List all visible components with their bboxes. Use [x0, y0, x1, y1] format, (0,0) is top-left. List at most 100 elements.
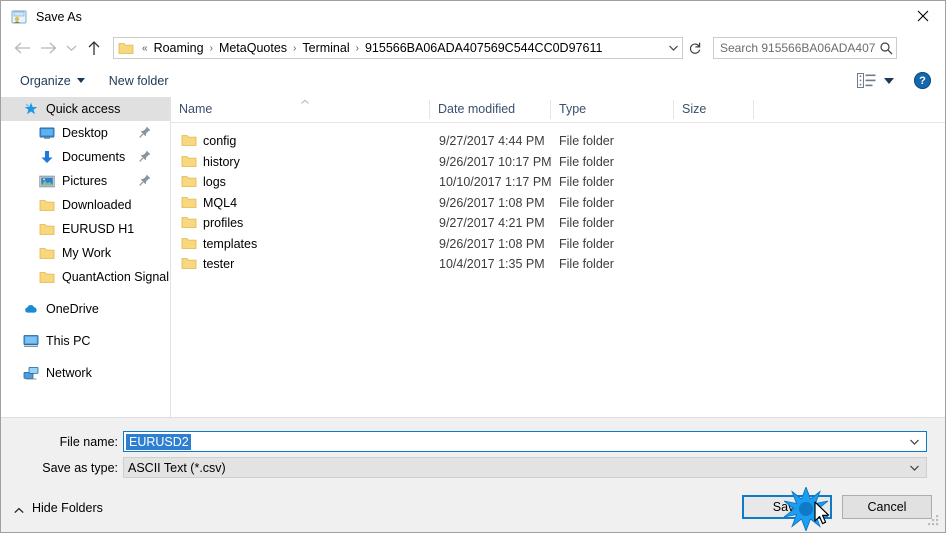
hide-folders-label: Hide Folders — [32, 501, 103, 515]
title-bar: Save As — [1, 1, 945, 32]
breadcrumb-item-0[interactable]: Roaming — [152, 41, 206, 55]
breadcrumb-item-2[interactable]: Terminal — [300, 41, 351, 55]
sidebar-item-network[interactable]: Network — [1, 361, 170, 385]
folder-icon — [39, 245, 55, 261]
filename-label: File name: — [59, 434, 118, 449]
cancel-label: Cancel — [867, 500, 907, 514]
recent-locations-chevron-down-icon[interactable] — [61, 35, 81, 61]
file-name: logs — [203, 175, 226, 190]
search-input[interactable]: Search 915566BA06ADA40756... — [713, 37, 897, 59]
file-date: 9/26/2017 1:08 PM — [439, 195, 545, 210]
resize-grip[interactable] — [928, 515, 941, 528]
filename-row: File name: EURUSD2 — [1, 431, 927, 452]
folder-icon — [181, 154, 197, 168]
save-button[interactable]: Save — [742, 495, 832, 519]
file-list: Name Date modified Type Size config 9/27… — [171, 97, 945, 417]
table-row[interactable]: history 9/26/2017 10:17 PM File folder — [171, 152, 945, 173]
column-divider[interactable] — [753, 100, 754, 119]
table-row[interactable]: config 9/27/2017 4:44 PM File folder — [171, 131, 945, 152]
save-as-dialog: Save As « Roaming › MetaQuotes › Termina… — [0, 0, 946, 533]
pictures-icon — [39, 173, 55, 189]
breadcrumb-separator[interactable]: › — [289, 43, 300, 54]
column-header-name[interactable]: Name — [171, 97, 429, 121]
save-as-icon — [11, 9, 27, 25]
table-row[interactable]: MQL4 9/26/2017 1:08 PM File folder — [171, 193, 945, 214]
table-row[interactable]: profiles 9/27/2017 4:21 PM File folder — [171, 213, 945, 234]
new-folder-label: New folder — [108, 73, 169, 88]
file-type: File folder — [559, 216, 614, 231]
column-header-label: Name — [179, 102, 213, 116]
folder-icon — [181, 215, 197, 229]
column-header-type[interactable]: Type — [551, 97, 673, 121]
filetype-select[interactable]: ASCII Text (*.csv) — [123, 457, 927, 478]
sidebar-item-documents[interactable]: Documents — [1, 145, 170, 169]
column-header-size[interactable]: Size — [674, 97, 753, 121]
dialog-body: Quick access Desktop Documents Pictures … — [1, 97, 945, 417]
hide-folders-button[interactable]: Hide Folders — [13, 501, 103, 515]
address-bar[interactable]: « Roaming › MetaQuotes › Terminal › 9155… — [113, 37, 683, 59]
sidebar-item-downloaded[interactable]: Downloaded — [1, 193, 170, 217]
sidebar-item-label: Quick access — [46, 102, 121, 116]
file-name: profiles — [203, 216, 244, 231]
column-header-date-modified[interactable]: Date modified — [430, 97, 550, 121]
arrow-right-icon[interactable] — [35, 35, 61, 61]
navigation-pane: Quick access Desktop Documents Pictures … — [1, 97, 170, 417]
pin-icon[interactable] — [138, 125, 152, 139]
breadcrumb-item-1[interactable]: MetaQuotes — [217, 41, 289, 55]
table-row[interactable]: templates 9/26/2017 1:08 PM File folder — [171, 234, 945, 255]
arrow-up-icon[interactable] — [81, 35, 107, 61]
file-date: 9/26/2017 1:08 PM — [439, 236, 545, 251]
chevron-down-icon[interactable] — [909, 458, 920, 477]
navigation-bar: « Roaming › MetaQuotes › Terminal › 9155… — [1, 32, 945, 64]
folder-icon — [181, 174, 197, 188]
sidebar-item-my-work[interactable]: My Work — [1, 241, 170, 265]
sidebar-item-pictures[interactable]: Pictures — [1, 169, 170, 193]
refresh-icon[interactable] — [684, 37, 706, 59]
sidebar-item-this-pc[interactable]: This PC — [1, 329, 170, 353]
sidebar-item-onedrive[interactable]: OneDrive — [1, 297, 170, 321]
breadcrumb-separator[interactable]: › — [206, 43, 217, 54]
table-row[interactable]: logs 10/10/2017 1:17 PM File folder — [171, 172, 945, 193]
breadcrumb-item-3[interactable]: 915566BA06ADA407569C544CC0D97611 — [363, 41, 604, 55]
search-icon[interactable] — [876, 41, 896, 55]
folder-icon — [181, 236, 197, 250]
sidebar-item-eurusd-h1[interactable]: EURUSD H1 — [1, 217, 170, 241]
filename-input[interactable]: EURUSD2 — [123, 431, 927, 452]
arrow-left-icon[interactable] — [9, 35, 35, 61]
organize-button[interactable]: Organize — [14, 69, 91, 93]
file-name: config — [203, 134, 237, 149]
sidebar-item-label: This PC — [46, 334, 91, 348]
close-icon[interactable] — [900, 1, 945, 31]
sidebar-item-desktop[interactable]: Desktop — [1, 121, 170, 145]
folder-icon — [181, 133, 197, 147]
sidebar-item-label: Documents — [62, 150, 126, 164]
command-bar-right: ? — [857, 64, 945, 97]
chevron-down-icon[interactable] — [909, 432, 920, 451]
folder-icon — [39, 197, 55, 213]
folder-icon — [39, 269, 55, 285]
help-button[interactable]: ? — [914, 72, 931, 89]
address-chevron-down-icon[interactable] — [664, 44, 682, 52]
filetype-label: Save as type: — [42, 460, 118, 475]
folder-icon — [118, 41, 134, 55]
sidebar-item-label: Downloaded — [62, 198, 132, 212]
sidebar-item-quantaction-signal[interactable]: QuantAction Signal — [1, 265, 170, 289]
this-pc-icon — [23, 333, 39, 349]
search-placeholder: Search 915566BA06ADA40756... — [720, 41, 876, 55]
cancel-button[interactable]: Cancel — [842, 495, 932, 519]
new-folder-button[interactable]: New folder — [103, 69, 175, 93]
sort-ascending-icon — [299, 95, 311, 104]
file-type: File folder — [559, 257, 614, 272]
file-type: File folder — [559, 195, 614, 210]
sidebar-item-label: Pictures — [62, 174, 108, 188]
table-row[interactable]: tester 10/4/2017 1:35 PM File folder — [171, 254, 945, 275]
view-list-icon[interactable] — [857, 69, 894, 93]
onedrive-cloud-icon — [23, 301, 39, 317]
breadcrumb-separator[interactable]: › — [352, 43, 363, 54]
column-header-label: Date modified — [438, 102, 516, 116]
pin-icon[interactable] — [138, 149, 152, 163]
breadcrumb-overflow[interactable]: « — [138, 43, 152, 54]
sidebar-item-quick-access[interactable]: Quick access — [1, 97, 170, 121]
pin-icon[interactable] — [138, 173, 152, 187]
